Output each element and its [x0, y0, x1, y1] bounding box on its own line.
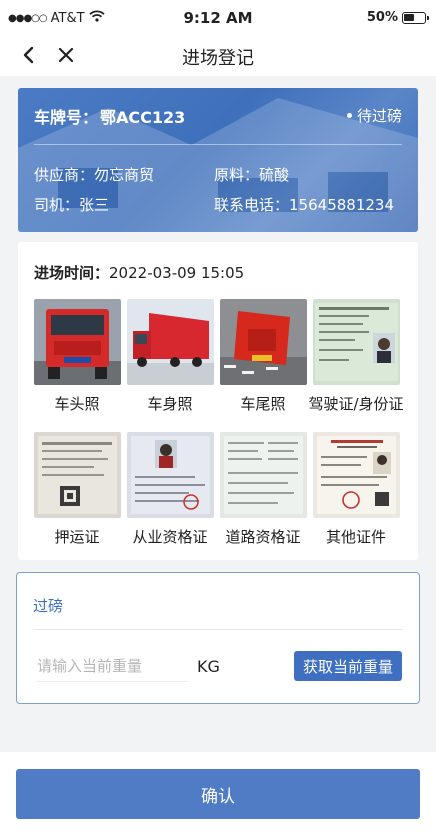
- battery-percent: 50%: [366, 10, 398, 25]
- driver-label: 司机：: [34, 196, 80, 214]
- fetch-weight-button[interactable]: 获取当前重量: [294, 651, 402, 681]
- phone-value: 15645881234: [289, 196, 394, 214]
- status-bar: ●●●○○ AT&T 9:12 AM 50%: [0, 0, 436, 36]
- weighing-divider: [33, 629, 403, 630]
- road-cert-photo[interactable]: [220, 432, 307, 518]
- license-id-photo[interactable]: [313, 299, 400, 385]
- close-button[interactable]: [52, 40, 80, 70]
- entry-time: 进场时间：2022-03-09 15:05: [34, 262, 244, 283]
- supplier-value: 勿忘商贸: [94, 166, 155, 184]
- close-icon: [58, 47, 74, 63]
- plate-row: 车牌号： 鄂ACC123 待过磅: [34, 104, 402, 128]
- battery-icon: [402, 11, 429, 24]
- weighing-card: 过磅 KG 获取当前重量: [16, 572, 420, 704]
- material-value: 硫酸: [259, 166, 290, 184]
- plate-number: 车牌号： 鄂ACC123: [34, 104, 185, 128]
- supplier-label: 供应商：: [34, 166, 95, 184]
- confirm-button[interactable]: 确认: [16, 769, 420, 819]
- nav-bar: 进场登记: [0, 36, 436, 76]
- card-divider: [34, 144, 402, 145]
- thumb-label-front: 车头照: [54, 395, 100, 413]
- thumb-label-escort: 押运证: [54, 528, 100, 546]
- entry-time-value: 2022-03-09 15:05: [109, 264, 245, 282]
- qualification-cert-photo[interactable]: [127, 432, 214, 518]
- phone-field: 联系电话：15645881234: [214, 194, 394, 215]
- truck-rear-photo[interactable]: [220, 299, 307, 385]
- vehicle-info-card: 车牌号： 鄂ACC123 待过磅 供应商：勿忘商贸 原料：硫酸 司机：张三 联系电…: [18, 88, 418, 232]
- phone-label: 联系电话：: [214, 196, 290, 214]
- thumb-label-license: 驾驶证/身份证: [308, 395, 404, 413]
- thumb-label-rear: 车尾照: [240, 395, 286, 413]
- weight-input-underline: [37, 681, 187, 682]
- photo-card: 进场时间：2022-03-09 15:05 车头照 车身照 车尾照 驾驶证/身份…: [18, 242, 418, 560]
- back-button[interactable]: [14, 40, 42, 70]
- weight-input[interactable]: [37, 651, 181, 681]
- status-dot-icon: [346, 113, 352, 118]
- battery-level: [404, 13, 414, 21]
- escort-cert-photo[interactable]: [34, 432, 121, 518]
- material-field: 原料：硫酸: [214, 164, 289, 185]
- status-right: 50%: [366, 10, 429, 25]
- material-label: 原料：: [214, 166, 260, 184]
- driver-field: 司机：张三: [34, 194, 109, 215]
- plate-label: 车牌号：: [34, 108, 99, 127]
- truck-front-photo[interactable]: [34, 299, 121, 385]
- thumb-label-other: 其他证件: [325, 528, 386, 546]
- chevron-left-icon: [23, 46, 34, 64]
- other-cert-photo[interactable]: [313, 432, 400, 518]
- status-text: 待过磅: [356, 107, 402, 125]
- weight-unit: KG: [197, 657, 220, 676]
- truck-body-photo[interactable]: [127, 299, 214, 385]
- status-badge: 待过磅: [346, 105, 402, 126]
- thumb-label-road: 道路资格证: [225, 528, 301, 546]
- thumb-label-body: 车身照: [147, 395, 193, 413]
- thumb-label-qualification: 从业资格证: [132, 528, 208, 546]
- entry-time-label: 进场时间：: [34, 264, 110, 282]
- weighing-title: 过磅: [33, 597, 64, 615]
- plate-value: 鄂ACC123: [100, 108, 186, 127]
- supplier-field: 供应商：勿忘商贸: [34, 164, 154, 185]
- driver-value: 张三: [79, 196, 110, 214]
